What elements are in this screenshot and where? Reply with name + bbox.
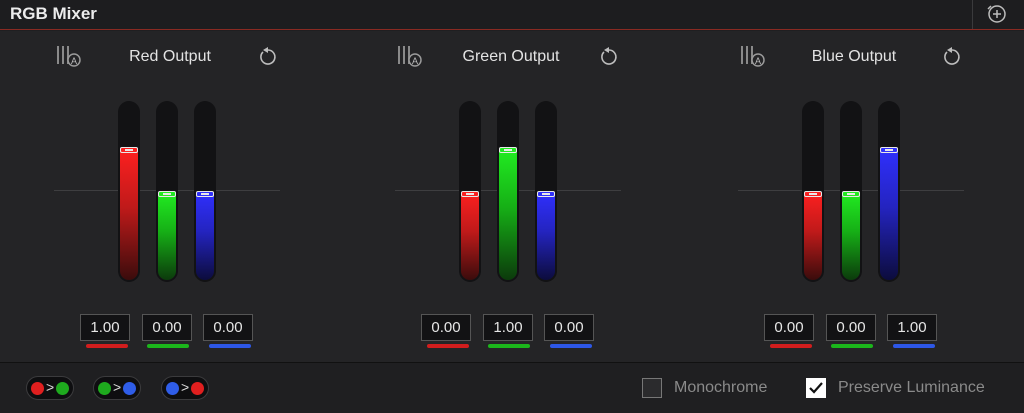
green-output-title: Green Output [462, 48, 560, 65]
preserve-luminance-label: Preserve Luminance [838, 379, 985, 396]
red-indicator [86, 344, 128, 348]
blue-value-field[interactable]: 1.00 [887, 314, 937, 341]
auto-balance-icon[interactable]: A [738, 44, 766, 68]
green-indicator [831, 344, 873, 348]
blue-indicator [893, 344, 935, 348]
blue-indicator [550, 344, 592, 348]
blue-value-field[interactable]: 0.00 [203, 314, 253, 341]
blue-output-group: A Blue Output 0.00 0.00 1.00 [738, 31, 978, 362]
green-channel-slider[interactable] [156, 101, 178, 282]
blue-channel-fill [196, 191, 214, 280]
chevron-right-icon: > [46, 379, 55, 395]
red-channel-handle[interactable] [461, 191, 479, 197]
preserve-luminance-checkbox[interactable] [806, 378, 826, 398]
green-indicator [147, 344, 189, 348]
red-value-field[interactable]: 0.00 [764, 314, 814, 341]
reset-icon[interactable] [257, 46, 279, 68]
green-channel-fill [499, 147, 517, 280]
reset-icon[interactable] [941, 46, 963, 68]
swap-blue-red-button[interactable]: > [161, 376, 209, 400]
green-channel-slider[interactable] [840, 101, 862, 282]
red-dot-icon [31, 382, 44, 395]
auto-balance-icon[interactable]: A [54, 44, 82, 68]
checkmark-icon [809, 382, 823, 394]
blue-indicator [209, 344, 251, 348]
red-channel-fill [804, 191, 822, 280]
red-value-field[interactable]: 1.00 [80, 314, 130, 341]
green-channel-fill [842, 191, 860, 280]
red-channel-slider[interactable] [118, 101, 140, 282]
swap-red-green-button[interactable]: > [26, 376, 74, 400]
plus-circle-icon[interactable] [986, 3, 1008, 25]
green-value-field[interactable]: 1.00 [483, 314, 533, 341]
blue-channel-handle[interactable] [537, 191, 555, 197]
blue-channel-slider[interactable] [194, 101, 216, 282]
red-channel-fill [120, 147, 138, 280]
blue-channel-handle[interactable] [880, 147, 898, 153]
red-output-group: A Red Output 1.00 0.00 0.00 [54, 31, 294, 362]
green-channel-handle[interactable] [158, 191, 176, 197]
header-divider [972, 0, 973, 29]
red-channel-handle[interactable] [804, 191, 822, 197]
red-channel-slider[interactable] [459, 101, 481, 282]
red-channel-fill [461, 191, 479, 280]
chevron-right-icon: > [181, 379, 190, 395]
green-dot-icon [98, 382, 111, 395]
panel-header: RGB Mixer [0, 0, 1024, 30]
green-indicator [488, 344, 530, 348]
red-indicator [427, 344, 469, 348]
mixer-footer: > > > Monochrome Preserve Luminance [0, 362, 1024, 413]
green-dot-icon [56, 382, 69, 395]
auto-balance-icon[interactable]: A [395, 44, 423, 68]
svg-text:A: A [71, 56, 77, 66]
red-indicator [770, 344, 812, 348]
blue-channel-slider[interactable] [878, 101, 900, 282]
green-value-field[interactable]: 0.00 [142, 314, 192, 341]
blue-value-field[interactable]: 0.00 [544, 314, 594, 341]
monochrome-checkbox[interactable] [642, 378, 662, 398]
blue-dot-icon [166, 382, 179, 395]
green-output-group: A Green Output 0.00 1.00 0.00 [395, 31, 635, 362]
blue-channel-fill [537, 191, 555, 280]
green-channel-handle[interactable] [842, 191, 860, 197]
reset-icon[interactable] [598, 46, 620, 68]
blue-channel-slider[interactable] [535, 101, 557, 282]
green-channel-slider[interactable] [497, 101, 519, 282]
svg-text:A: A [412, 56, 418, 66]
panel-title: RGB Mixer [10, 4, 97, 23]
blue-output-title: Blue Output [811, 48, 897, 65]
blue-dot-icon [123, 382, 136, 395]
mixer-main: A Red Output 1.00 0.00 0.00 A Green Outp… [0, 31, 1024, 362]
red-channel-handle[interactable] [120, 147, 138, 153]
red-value-field[interactable]: 0.00 [421, 314, 471, 341]
blue-channel-fill [880, 147, 898, 280]
chevron-right-icon: > [113, 379, 122, 395]
swap-green-blue-button[interactable]: > [93, 376, 141, 400]
red-dot-icon [191, 382, 204, 395]
red-channel-slider[interactable] [802, 101, 824, 282]
monochrome-label: Monochrome [674, 379, 768, 396]
green-value-field[interactable]: 0.00 [826, 314, 876, 341]
red-output-title: Red Output [129, 48, 211, 65]
green-channel-fill [158, 191, 176, 280]
svg-text:A: A [755, 56, 761, 66]
blue-channel-handle[interactable] [196, 191, 214, 197]
green-channel-handle[interactable] [499, 147, 517, 153]
